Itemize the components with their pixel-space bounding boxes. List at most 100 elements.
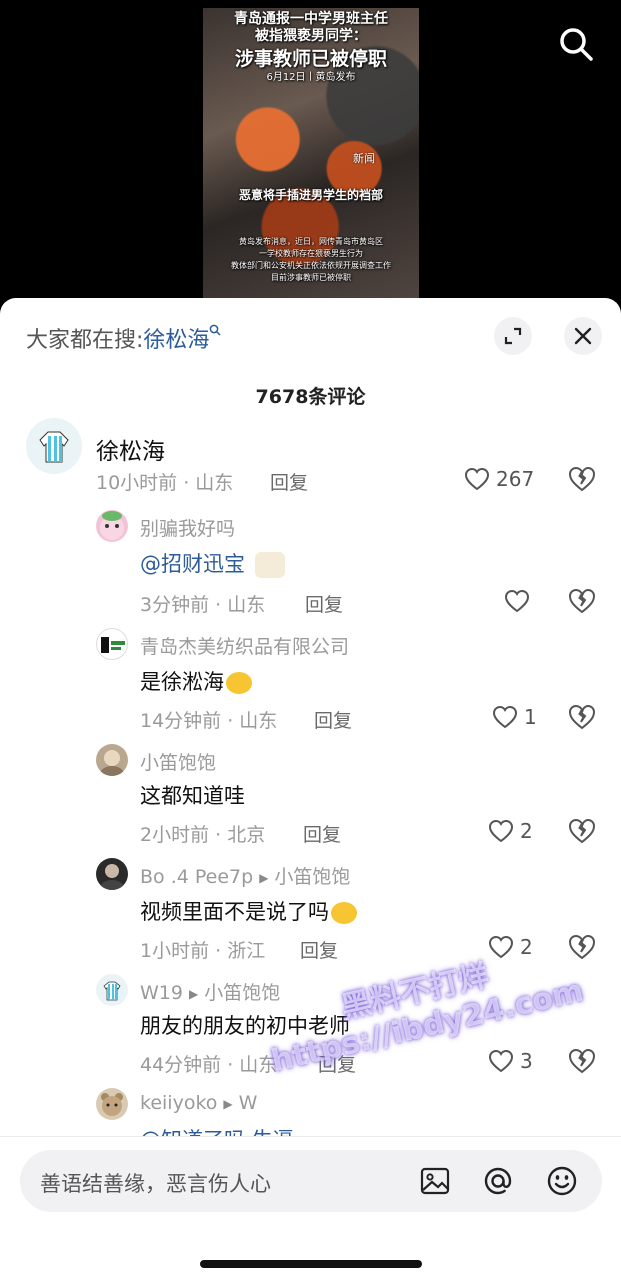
reply-item: 青岛杰美纺织品有限公司 是徐淞海 14分钟前 · 山东 回复 1	[0, 620, 621, 736]
like-button[interactable]: 2	[488, 816, 533, 846]
reply-target[interactable]: 小笛饱饱	[204, 982, 280, 1004]
comment-author[interactable]: 青岛杰美纺织品有限公司	[140, 632, 349, 659]
comment-count: 7678条评论	[255, 386, 366, 408]
search-suggestion[interactable]: 大家都在搜:徐松海	[26, 322, 221, 354]
like-button[interactable]: 3	[488, 1046, 533, 1076]
like-count: 1	[524, 705, 537, 729]
company-logo-icon	[101, 637, 125, 653]
comment-author-line: W19 ▶ 小笛饱饱	[140, 978, 280, 1005]
comment-author[interactable]: keiiyoko	[140, 1092, 217, 1114]
comment-time-location: 44分钟前 · 山东	[140, 1054, 278, 1076]
video-caption-small-3: 教体部门和公安机关正依法依规开展调查工作	[231, 261, 391, 270]
at-icon[interactable]	[481, 1164, 515, 1198]
video-date-source: 6月12日丨黄岛发布	[266, 72, 356, 83]
comment-author-line: keiiyoko ▶ W	[140, 1092, 257, 1114]
comment-author[interactable]: W19	[140, 982, 183, 1004]
heart-icon	[488, 1049, 514, 1073]
search-suggestion-prefix: 大家都在搜:	[26, 328, 144, 353]
close-icon	[574, 327, 592, 345]
broken-heart-icon[interactable]	[567, 702, 597, 732]
like-button[interactable]: 267	[464, 464, 534, 494]
reply-arrow-icon: ▶	[188, 986, 199, 1001]
like-count: 267	[496, 467, 535, 491]
video-caption-small-4: 目前涉事教师已被停职	[271, 273, 351, 282]
heart-icon	[492, 705, 518, 729]
comment-text: 徐松海	[96, 439, 165, 465]
search-icon[interactable]	[558, 26, 594, 62]
comment-author[interactable]: 小笛饱饱	[140, 748, 216, 775]
avatar-jersey-icon	[103, 981, 121, 1001]
comment-time-location: 1小时前 · 浙江	[140, 940, 266, 962]
video-headline-2: 被指猥亵男同学：	[255, 28, 367, 44]
avatar[interactable]	[26, 418, 82, 474]
avatar[interactable]	[96, 858, 128, 890]
broken-heart-icon[interactable]	[567, 464, 597, 494]
mention-link[interactable]: @知道了吗 牛逼	[140, 1128, 294, 1136]
comment-text-content: 是徐淞海	[140, 670, 224, 694]
comment-text: 是徐淞海	[140, 666, 252, 696]
comment-text: @招财迅宝	[140, 548, 285, 578]
avatar-jersey-icon	[39, 431, 69, 463]
reply-target[interactable]: W	[239, 1092, 258, 1114]
reply-item: 别骗我好吗 @招财迅宝 3分钟前 · 山东 回复	[0, 502, 621, 620]
comment-input-bar[interactable]: 善语结善缘，恶言伤人心	[20, 1150, 602, 1212]
reply-target[interactable]: 小笛饱饱	[274, 866, 350, 888]
video-caption-small-2: 一学校教师存在猥亵男生行为	[259, 249, 363, 258]
expand-button[interactable]	[494, 317, 532, 355]
comment-author[interactable]: Bo .4 Pee7p	[140, 866, 253, 888]
reply-arrow-icon: ▶	[259, 870, 269, 885]
comment-input[interactable]: 善语结善缘，恶言伤人心	[40, 1168, 271, 1198]
comment-time-location: 10小时前 · 山东	[96, 472, 234, 494]
reply-button[interactable]: 回复	[303, 820, 341, 847]
reply-button[interactable]: 回复	[314, 706, 352, 733]
like-count: 2	[520, 819, 533, 843]
comment-text: @知道了吗 牛逼	[140, 1124, 294, 1136]
like-button[interactable]: 1	[492, 702, 537, 732]
close-button[interactable]	[564, 317, 602, 355]
comment-author-line: Bo .4 Pee7p ▶ 小笛饱饱	[140, 862, 350, 889]
home-indicator[interactable]	[200, 1260, 422, 1268]
avatar-bear-icon	[101, 1093, 123, 1116]
video-caption-small-1: 黄岛发布消息，近日，网传青岛市黄岛区	[239, 237, 383, 246]
avatar[interactable]	[96, 510, 128, 542]
video-headline-3: 涉事教师已被停职	[234, 48, 387, 70]
heart-icon	[488, 819, 514, 843]
heart-icon	[464, 467, 490, 491]
comment-time-location: 2小时前 · 北京	[140, 824, 266, 846]
avatar-photo-icon	[100, 864, 124, 890]
avatar-face-icon	[100, 511, 124, 540]
reply-arrow-icon: ▶	[223, 1096, 233, 1111]
broken-heart-icon[interactable]	[567, 816, 597, 846]
comment-author[interactable]: 别骗我好吗	[140, 514, 235, 541]
broken-heart-icon[interactable]	[567, 586, 597, 616]
comment-text: 这都知道哇	[140, 784, 245, 808]
avatar[interactable]	[96, 628, 128, 660]
reply-button[interactable]: 回复	[300, 936, 338, 963]
video-caption: 恶意将手插进男学生的裆部	[238, 188, 383, 202]
image-icon[interactable]	[418, 1164, 452, 1198]
broken-heart-icon[interactable]	[567, 1046, 597, 1076]
video-area[interactable]: 青岛通报一中学男班主任 被指猥亵男同学： 涉事教师已被停职 6月12日丨黄岛发布…	[0, 0, 621, 300]
reply-item: keiiyoko ▶ W @知道了吗 牛逼	[0, 1080, 621, 1136]
avatar[interactable]	[96, 974, 128, 1006]
expand-icon	[504, 327, 522, 345]
reply-button[interactable]: 回复	[305, 590, 343, 617]
video-thumbnail[interactable]: 青岛通报一中学男班主任 被指猥亵男同学： 涉事教师已被停职 6月12日丨黄岛发布…	[203, 8, 419, 300]
comment-time-location: 3分钟前 · 山东	[140, 594, 266, 616]
reply-item: 小笛饱饱 这都知道哇 2小时前 · 北京 回复 2	[0, 736, 621, 850]
laugh-emoji-icon	[226, 672, 252, 694]
divider	[0, 1136, 621, 1137]
search-suggestion-keyword[interactable]: 徐松海	[143, 328, 209, 353]
avatar-photo-icon	[100, 750, 124, 776]
heart-icon	[504, 589, 530, 613]
avatar[interactable]	[96, 744, 128, 776]
comment-item: 徐松海 10小时前 · 山东 回复 267	[0, 414, 621, 502]
reply-button[interactable]: 回复	[270, 468, 308, 495]
sheet-header: 大家都在搜:徐松海 7678条评论	[0, 298, 621, 408]
emoji-icon[interactable]	[545, 1164, 579, 1198]
avatar[interactable]	[96, 1088, 128, 1120]
sticker-image	[255, 552, 285, 578]
laugh-emoji-icon	[331, 902, 357, 924]
like-button[interactable]	[504, 586, 536, 616]
mention-link[interactable]: @招财迅宝	[140, 552, 245, 576]
